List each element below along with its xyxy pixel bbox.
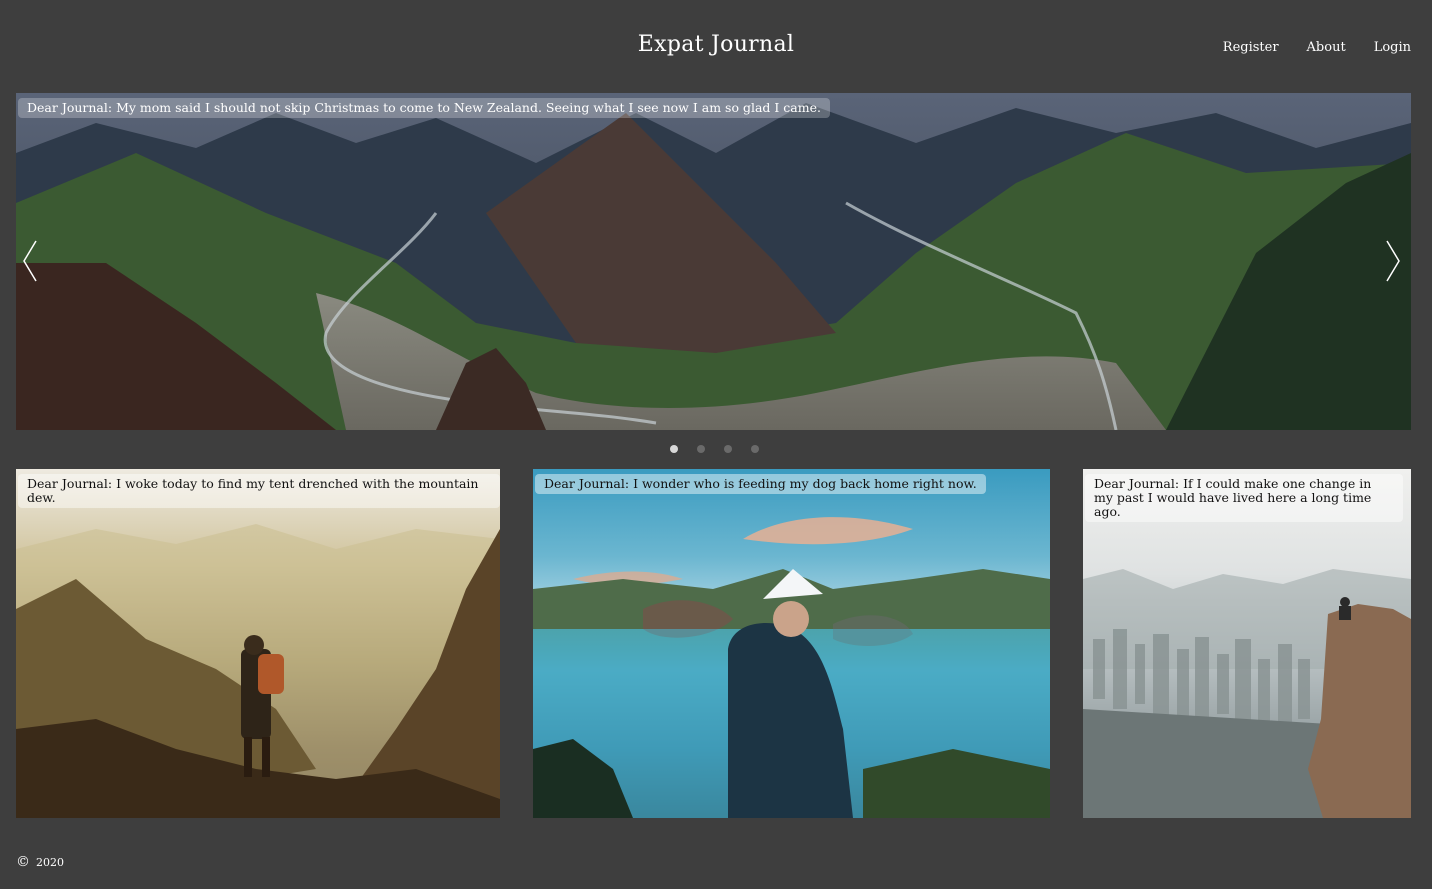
- nav-register-link[interactable]: Register: [1223, 40, 1279, 55]
- chevron-left-icon: [23, 240, 37, 282]
- site-title[interactable]: Expat Journal: [0, 32, 1432, 57]
- card-caption: Dear Journal: I wonder who is feeding my…: [535, 474, 986, 494]
- hero-carousel: Dear Journal: My mom said I should not s…: [16, 93, 1411, 430]
- carousel-indicators: [670, 445, 759, 453]
- carousel-dot-2[interactable]: [697, 445, 705, 453]
- hiker-mountain-photo: [16, 524, 500, 818]
- card-caption: Dear Journal: I woke today to find my te…: [18, 474, 500, 508]
- carousel-prev-button[interactable]: [20, 239, 40, 283]
- carousel-next-button[interactable]: [1383, 239, 1403, 283]
- card-caption: Dear Journal: If I could make one change…: [1085, 474, 1403, 522]
- journal-card-city[interactable]: Dear Journal: If I could make one change…: [1083, 469, 1411, 818]
- carousel-dot-4[interactable]: [751, 445, 759, 453]
- nav-about-link[interactable]: About: [1307, 40, 1346, 55]
- copyright-year: 2020: [36, 856, 64, 869]
- main-nav: Register About Login: [1223, 40, 1411, 55]
- carousel-dot-3[interactable]: [724, 445, 732, 453]
- journal-card-lake[interactable]: Dear Journal: I wonder who is feeding my…: [533, 469, 1050, 818]
- site-header: Expat Journal Register About Login: [0, 0, 1432, 93]
- journal-card-hiker[interactable]: Dear Journal: I woke today to find my te…: [16, 469, 500, 818]
- carousel-dot-1[interactable]: [670, 445, 678, 453]
- lake-reflection-photo: [533, 517, 1050, 818]
- mountain-valley-photo: [16, 93, 1411, 430]
- copyright-icon: ©: [16, 854, 30, 870]
- carousel-caption: Dear Journal: My mom said I should not s…: [18, 98, 830, 118]
- site-footer: © 2020: [16, 854, 64, 870]
- nav-login-link[interactable]: Login: [1374, 40, 1411, 55]
- chevron-right-icon: [1386, 240, 1400, 282]
